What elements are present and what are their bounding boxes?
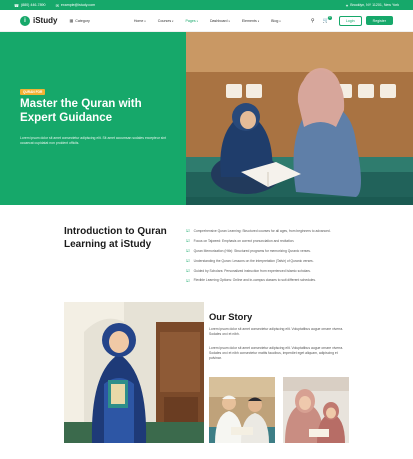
category-label: Category (75, 18, 90, 23)
list-item: ☑ Guided by Scholars: Personalized instru… (186, 266, 356, 276)
story-title: Our Story (209, 311, 253, 322)
check-icon: ☑ (186, 277, 190, 283)
list-item-text: Understanding the Quran: Lessons on the … (193, 258, 314, 263)
check-icon: ☑ (186, 258, 190, 264)
chevron-down-icon: ▾ (196, 19, 198, 23)
site-header: i iStudy ▦ Category Home▾ Courses▾ Pages… (0, 10, 413, 32)
hero-image (186, 32, 413, 205)
nav-item-elements[interactable]: Elements▾ (242, 19, 259, 23)
logo-mark: i (20, 15, 30, 26)
nav-label: Home (133, 18, 144, 23)
nav-item-blog[interactable]: Blog▾ (271, 19, 281, 23)
story-thumbnail (283, 377, 349, 443)
list-item-text: Comprehensive Quran Learning: Structured… (193, 228, 331, 233)
main-nav: Home▾ Courses▾ Pages▾ Dashboard▾ Element… (134, 19, 293, 23)
intro-title: Introduction to Quran Learning at iStudy (64, 226, 167, 250)
top-bar: ☎ (880) 446-7890 ✉ example@istudy.com ⌖ … (0, 0, 413, 10)
search-icon[interactable]: ⚲ (311, 18, 315, 24)
check-icon: ☑ (186, 248, 190, 254)
topbar-email[interactable]: ✉ example@istudy.com (56, 3, 96, 8)
story-paragraph: Lorem ipsum dolor sit amet consectetur a… (209, 327, 344, 337)
grid-icon: ▦ (69, 18, 74, 23)
login-button[interactable]: Login (338, 15, 362, 26)
list-item-text: Guided by Scholars: Personalized instruc… (193, 268, 311, 273)
cart-count: 0 (327, 15, 332, 20)
chevron-down-icon: ▾ (172, 19, 174, 23)
nav-label: Dashboard (209, 18, 228, 23)
nav-label: Elements (241, 18, 257, 23)
story-thumbnail (209, 377, 275, 443)
hero-description: Lorem ipsum dolor sit amet consectetur a… (20, 136, 167, 145)
chevron-down-icon: ▾ (144, 19, 146, 23)
story-photo (64, 302, 204, 443)
location-icon: ⌖ (345, 2, 349, 8)
check-icon: ☑ (186, 268, 190, 273)
topbar-phone[interactable]: ☎ (880) 446-7890 (14, 3, 46, 8)
list-item: ☑ Focus on Tajweed: Emphasis on correct p… (186, 236, 356, 246)
hero-section: QURAN FOR Master the Quran with Expert G… (0, 32, 413, 205)
check-icon: ☑ (186, 238, 190, 244)
list-item: ☑ Understanding the Quran: Lessons on the… (186, 256, 356, 266)
list-item: ☑ Quran Memorization (Hifz): Structured p… (186, 246, 356, 256)
nav-label: Courses (157, 18, 172, 23)
phone-icon: ☎ (14, 2, 19, 8)
story-paragraph: Lorem ipsum dolor sit amet consectetur a… (209, 346, 344, 361)
intro-list: ☑ Comprehensive Quran Learning: Structure… (186, 226, 356, 285)
mail-icon: ✉ (55, 2, 59, 8)
nav-item-home[interactable]: Home▾ (134, 19, 146, 23)
chevron-down-icon: ▾ (228, 19, 230, 23)
list-item: ☑ Flexible Learning Options: Online and i… (186, 275, 356, 285)
register-button[interactable]: Register (365, 16, 393, 25)
list-item-text: Flexible Learning Options: Online and in… (193, 278, 316, 283)
cart-icon[interactable]: 🛒 0 (323, 15, 332, 24)
hero-badge: QURAN FOR (20, 89, 46, 95)
hero-panel: QURAN FOR Master the Quran with Expert G… (0, 32, 186, 205)
nav-label: Blog (271, 18, 279, 23)
topbar-phone-text: (880) 446-7890 (20, 3, 46, 7)
list-item: ☑ Comprehensive Quran Learning: Structure… (186, 226, 356, 236)
list-item-text: Focus on Tajweed: Emphasis on correct pr… (193, 238, 295, 243)
nav-item-dashboard[interactable]: Dashboard▾ (210, 19, 230, 23)
topbar-address: ⌖ Brooklyn, NY 11201, New York (346, 3, 399, 8)
nav-item-pages[interactable]: Pages▾ (185, 19, 198, 23)
topbar-address-text: Brooklyn, NY 11201, New York (350, 3, 399, 7)
check-icon: ☑ (186, 228, 190, 234)
header-actions: ⚲ 🛒 0 Login Register (303, 15, 393, 26)
site-logo[interactable]: i iStudy (20, 15, 58, 26)
hero-title: Master the Quran with Expert Guidance (20, 97, 142, 124)
chevron-down-icon: ▾ (279, 19, 281, 23)
list-item-text: Quran Memorization (Hifz): Structured pr… (193, 248, 311, 253)
topbar-email-text: example@istudy.com (60, 3, 96, 7)
nav-item-courses[interactable]: Courses▾ (158, 19, 174, 23)
chevron-down-icon: ▾ (257, 19, 260, 23)
nav-label: Pages (185, 18, 196, 23)
category-menu[interactable]: ▦ Category (69, 18, 89, 23)
logo-text: iStudy (33, 16, 58, 25)
